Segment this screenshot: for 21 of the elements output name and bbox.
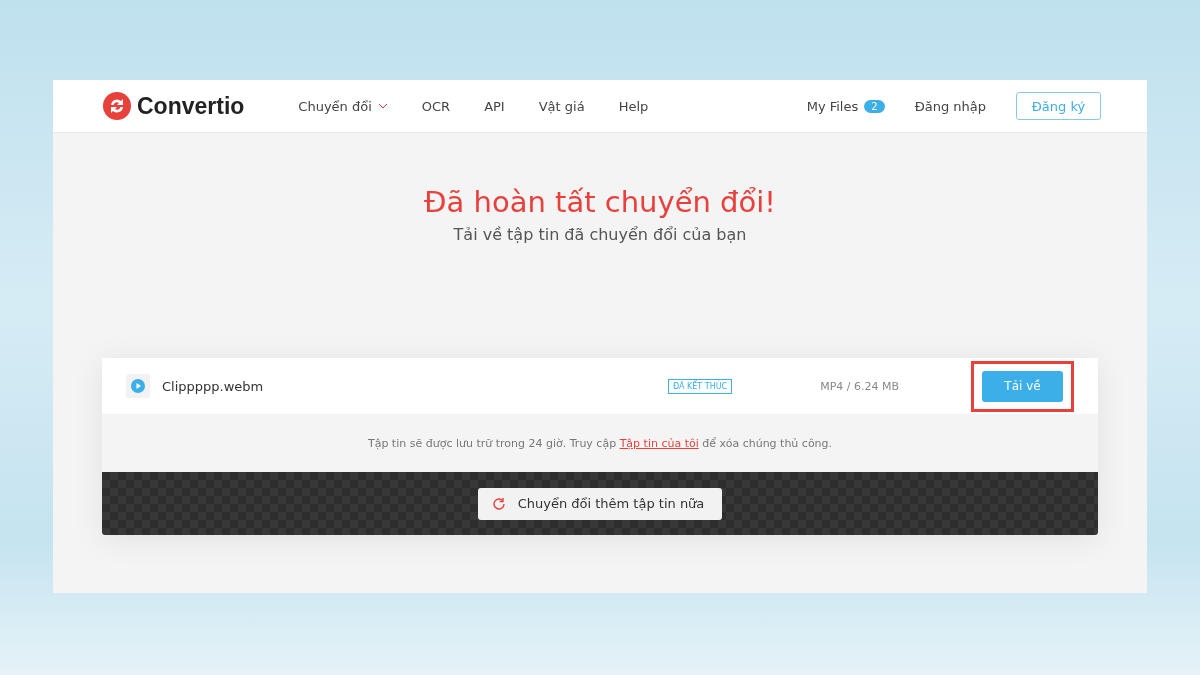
file-count-badge: 2 (864, 99, 885, 113)
logo-text: Convertio (137, 92, 245, 120)
nav-link[interactable]: Vật giá (538, 98, 585, 114)
nav-link[interactable]: Chuyển đổi (298, 98, 388, 114)
refresh-icon (491, 496, 506, 511)
play-icon (126, 374, 150, 398)
my-files-link[interactable]: Tập tin của tôi (619, 436, 699, 450)
logo-icon (103, 92, 131, 120)
page-title: Đã hoàn tất chuyển đổi! (424, 185, 776, 219)
nav-link[interactable]: API (484, 98, 505, 114)
nav-link[interactable]: Help (618, 98, 649, 114)
file-info: MP4 / 6.24 MB (820, 379, 899, 393)
file-name: Clippppp.webm (162, 378, 265, 394)
convert-more-button[interactable]: Chuyển đổi thêm tập tin nữa (477, 487, 723, 520)
my-files-link[interactable]: My Files 2 (806, 98, 885, 114)
page-subtitle: Tải về tập tin đã chuyển đổi của bạn (453, 225, 747, 244)
nav-link[interactable]: OCR (421, 98, 451, 114)
login-link[interactable]: Đăng nhập (914, 98, 986, 114)
status-tag: ĐÃ KẾT THÚC (668, 378, 733, 394)
chevron-down-icon (377, 103, 388, 109)
notice-text: Tập tin sẽ được lưu trữ trong 24 giờ. Truy cập Tập tin của tôi để xóa chúng thủ công. (367, 436, 833, 450)
